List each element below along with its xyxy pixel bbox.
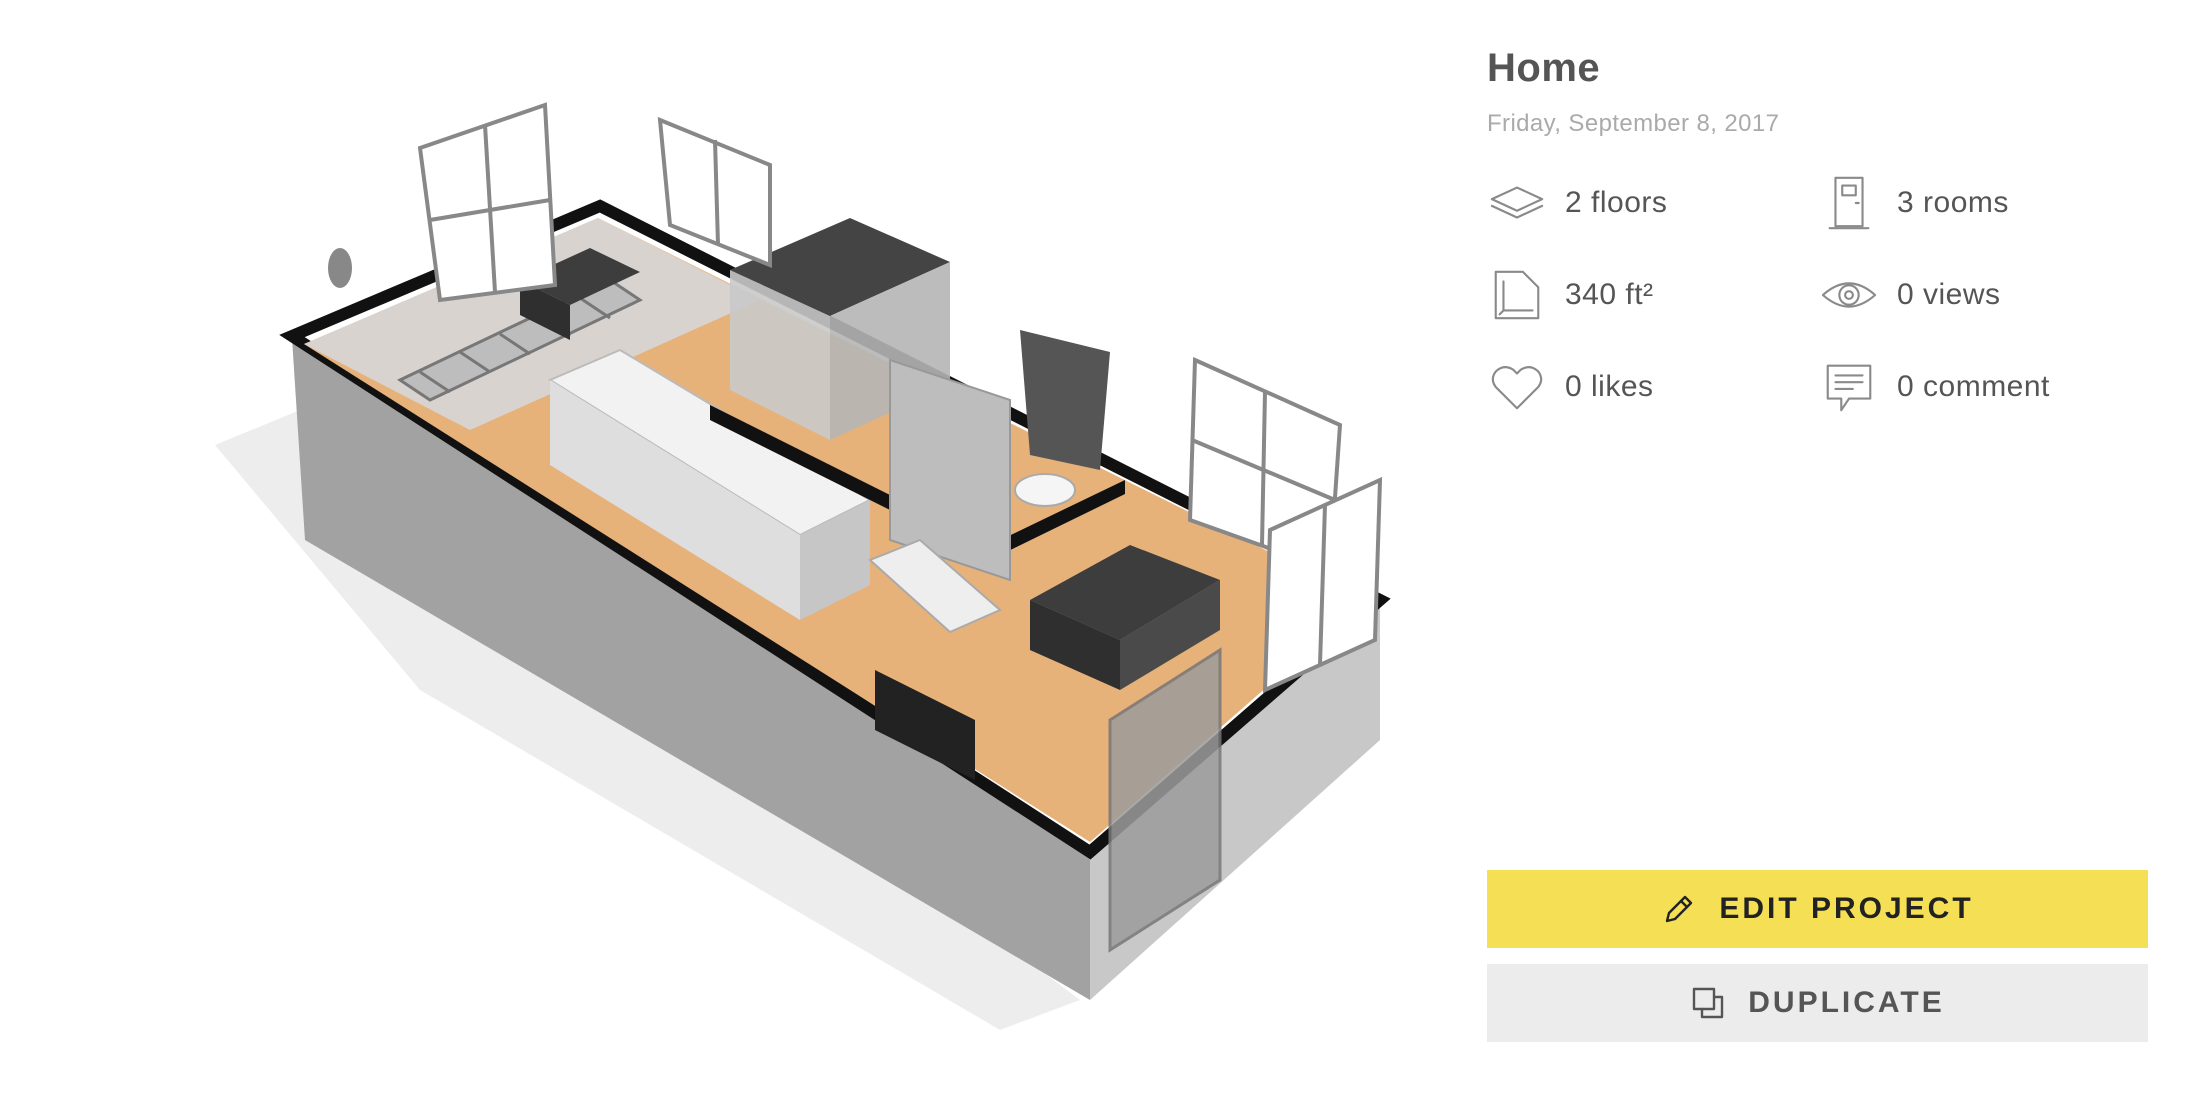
edit-project-button[interactable]: EDIT PROJECT (1487, 870, 2148, 948)
layers-icon (1487, 173, 1547, 233)
mirror (1020, 330, 1110, 470)
stat-views-label: 0 views (1897, 278, 2001, 311)
project-title: Home (1487, 46, 1601, 90)
stat-comments: 0 comment (1819, 352, 2050, 422)
stat-floors-label: 2 floors (1565, 186, 1668, 219)
eye-icon (1819, 265, 1879, 325)
stat-likes-label: 0 likes (1565, 370, 1654, 403)
stat-comments-label: 0 comment (1897, 370, 2050, 403)
sink (1014, 473, 1076, 507)
duplicate-label: DUPLICATE (1748, 986, 1945, 1019)
floorplan-3d-render[interactable] (0, 0, 1460, 1096)
door-icon (1819, 173, 1879, 233)
stat-rooms: 3 rooms (1819, 168, 2009, 238)
duplicate-button[interactable]: DUPLICATE (1487, 964, 2148, 1042)
stat-area-label: 340 ft² (1565, 278, 1654, 311)
heart-icon[interactable] (1487, 357, 1547, 417)
project-date: Friday, September 8, 2017 (1487, 110, 1780, 137)
stat-likes: 0 likes (1487, 352, 1654, 422)
duplicate-icon (1690, 985, 1726, 1021)
stat-floors: 2 floors (1487, 168, 1667, 238)
window-1 (417, 102, 558, 303)
stat-views: 0 views (1819, 260, 2001, 330)
wall-clock (328, 248, 352, 288)
project-page: Home Friday, September 8, 2017 2 floors (0, 0, 2200, 1096)
comment-icon[interactable] (1819, 357, 1879, 417)
stat-rooms-label: 3 rooms (1897, 186, 2009, 219)
project-info-panel: Home Friday, September 8, 2017 2 floors (1487, 0, 2152, 1096)
stat-area: 340 ft² (1487, 260, 1654, 330)
pencil-icon (1661, 891, 1697, 927)
area-icon (1487, 265, 1547, 325)
edit-project-label: EDIT PROJECT (1719, 892, 1974, 925)
